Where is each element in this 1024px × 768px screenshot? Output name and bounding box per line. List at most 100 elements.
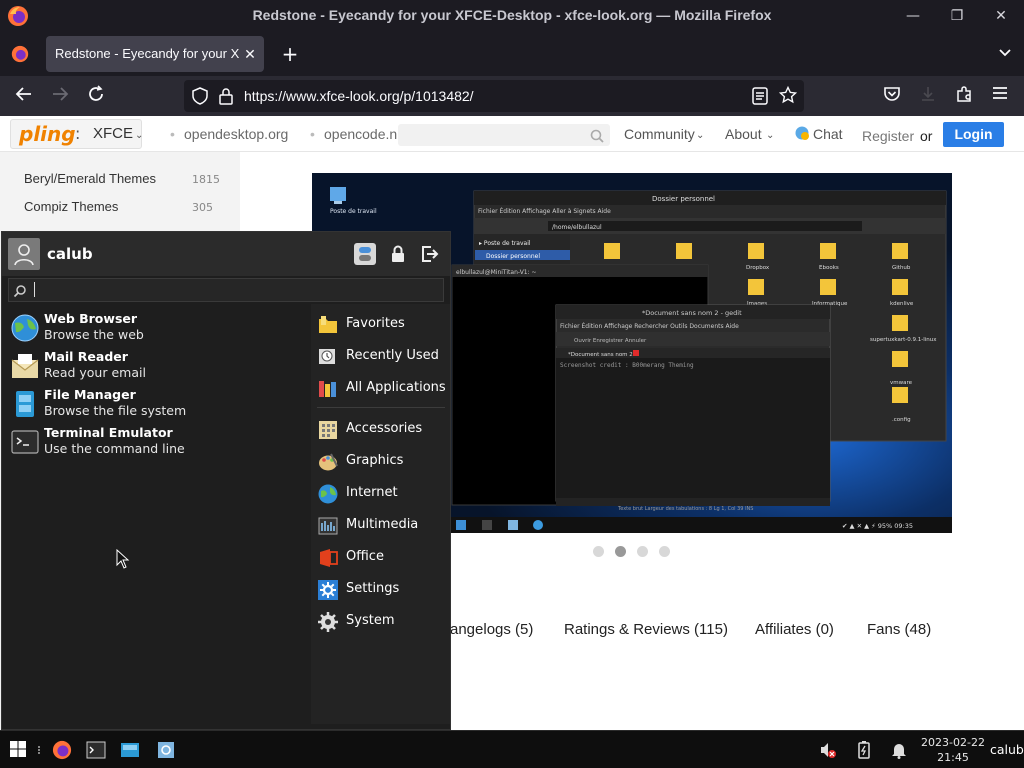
category-label: Office [346, 549, 384, 564]
forward-arrow-icon[interactable] [48, 84, 72, 108]
tab-title: Redstone - Eyecandy for your X [55, 46, 240, 61]
svg-text:.config: .config [892, 417, 911, 423]
avatar[interactable] [8, 238, 40, 270]
tracking-shield-icon[interactable] [192, 87, 208, 109]
app-description: Browse the web [44, 327, 144, 342]
clock[interactable]: 2023-02-22 21:45 [918, 735, 988, 765]
tab-strip: Redstone - Eyecandy for your X ✕ + [0, 32, 1024, 76]
category-multimedia[interactable]: Multimedia [317, 512, 447, 540]
app-finder-taskbar-icon[interactable] [156, 740, 176, 760]
category-label: Recently Used [346, 348, 439, 363]
navigation-toolbar: https://www.xfce-look.org/p/1013482/ [0, 76, 1024, 116]
svg-text:elbullazul@MiniTitan-V1: ~: elbullazul@MiniTitan-V1: ~ [456, 269, 537, 276]
nav-about[interactable]: About [725, 126, 762, 142]
site-search-input[interactable] [398, 124, 610, 146]
desktop-screen: Redstone - Eyecandy for your XFCE-Deskto… [0, 0, 1024, 768]
register-link[interactable]: Register [862, 128, 914, 144]
recent-documents-icon [317, 346, 339, 368]
extensions-icon[interactable] [952, 84, 976, 108]
sidebar-count: 1815 [192, 173, 220, 186]
category-recently-used[interactable]: Recently Used [317, 343, 447, 371]
mail-icon [10, 351, 40, 381]
volume-muted-icon[interactable] [818, 740, 838, 760]
sidebar-count: 305 [192, 201, 213, 214]
link-opendesktop[interactable]: opendesktop.org [184, 126, 288, 142]
section-selector[interactable]: XFCE [93, 125, 133, 142]
chevron-down-icon: ⌄ [766, 130, 775, 141]
app-title: File Manager [44, 387, 136, 402]
sidebar-item-compiz[interactable]: Compiz Themes [24, 199, 118, 214]
category-label: System [346, 613, 395, 628]
tab-close-icon[interactable]: ✕ [242, 36, 258, 72]
menu-search-input[interactable] [8, 278, 444, 302]
category-accessories[interactable]: Accessories [317, 416, 447, 444]
close-window-button[interactable]: ✕ [986, 4, 1016, 28]
reload-icon[interactable] [84, 84, 108, 108]
restore-button[interactable]: ❐ [942, 4, 972, 28]
category-internet[interactable]: Internet [317, 480, 447, 508]
notification-bell-icon[interactable] [889, 740, 909, 760]
carousel-dot[interactable] [593, 546, 604, 557]
list-all-tabs-chevron-icon[interactable] [998, 44, 1012, 63]
file-manager-taskbar-icon[interactable] [120, 740, 140, 760]
svg-text:Fichier Édition Affichage A: Fichier Édition Affichage Aller à Signet… [478, 207, 611, 215]
logout-icon[interactable] [418, 243, 440, 265]
link-opencode[interactable]: opencode.n [324, 126, 397, 142]
carousel-dot[interactable] [659, 546, 670, 557]
settings-manager-icon[interactable] [354, 243, 376, 265]
category-all-applications[interactable]: All Applications [317, 375, 447, 403]
svg-text:Ouvrir Enregistrer: Ouvrir Enregistrer Annuler [574, 338, 647, 344]
tab-ratings-reviews[interactable]: Ratings & Reviews (115) [564, 621, 728, 638]
carousel-dot[interactable] [637, 546, 648, 557]
reader-view-icon[interactable] [752, 87, 768, 109]
category-settings[interactable]: Settings [317, 576, 447, 604]
category-list: Favorites Recently Used All Applications… [311, 304, 450, 724]
svg-text:Ebooks: Ebooks [819, 265, 839, 271]
svg-text:✔ ▲ ✕ ▲ ⚡ 95% 09:35: ✔ ▲ ✕ ▲ ⚡ 95% 09:35 [842, 522, 913, 530]
or-text: or [920, 128, 933, 144]
new-tab-button[interactable]: + [280, 42, 300, 66]
taskbar: 2023-02-22 21:45 calub [0, 730, 1024, 768]
downloads-icon[interactable] [916, 84, 940, 108]
category-system[interactable]: System [317, 608, 447, 636]
tab-fans[interactable]: Fans (48) [867, 621, 931, 638]
nav-community[interactable]: Community [624, 126, 695, 142]
browser-tab-active[interactable]: Redstone - Eyecandy for your X ✕ [46, 36, 264, 72]
app-file-manager[interactable]: File Manager Browse the file system [10, 386, 300, 424]
category-favorites[interactable]: Favorites [317, 311, 447, 339]
app-web-browser[interactable]: Web Browser Browse the web [10, 310, 300, 348]
app-title: Web Browser [44, 311, 138, 326]
app-terminal-emulator[interactable]: Terminal Emulator Use the command line [10, 424, 300, 462]
firefox-view-icon[interactable] [11, 45, 29, 67]
multimedia-icon [317, 515, 339, 537]
carousel-dot-active[interactable] [615, 546, 626, 557]
svg-text:Dropbox: Dropbox [746, 265, 770, 271]
lock-icon[interactable] [219, 87, 233, 109]
sidebar-item-beryl[interactable]: Beryl/Emerald Themes [24, 171, 156, 186]
taskbar-username[interactable]: calub [990, 742, 1024, 757]
tab-affiliates[interactable]: Affiliates (0) [755, 621, 834, 638]
battery-charging-icon[interactable] [854, 740, 874, 760]
url-bar[interactable]: https://www.xfce-look.org/p/1013482/ [184, 80, 804, 112]
office-icon [317, 547, 339, 569]
hamburger-menu-icon[interactable] [988, 84, 1012, 108]
app-title: Terminal Emulator [44, 425, 173, 440]
firefox-taskbar-icon[interactable] [52, 740, 72, 760]
nav-chat[interactable]: Chat [813, 126, 843, 142]
tab-changelogs[interactable]: angelogs (5) [450, 621, 533, 638]
pocket-icon[interactable] [880, 84, 904, 108]
pling-logo[interactable]: pling : XFCE ⌄ [10, 119, 143, 149]
clock-date: 2023-02-22 [921, 736, 985, 749]
app-mail-reader[interactable]: Mail Reader Read your email [10, 348, 300, 386]
category-office[interactable]: Office [317, 544, 447, 572]
minimize-button[interactable]: — [898, 4, 928, 28]
windows-start-icon[interactable] [9, 740, 29, 760]
lock-screen-icon[interactable] [387, 243, 409, 265]
login-button[interactable]: Login [943, 122, 1004, 147]
category-graphics[interactable]: Graphics [317, 448, 447, 476]
chevron-down-icon: ⌄ [696, 130, 705, 141]
bookmark-star-icon[interactable] [778, 85, 798, 108]
svg-text:*Document sans nom 2: *Document sans nom 2 [568, 352, 633, 358]
terminal-taskbar-icon[interactable] [86, 740, 106, 760]
back-arrow-icon[interactable] [12, 84, 36, 108]
